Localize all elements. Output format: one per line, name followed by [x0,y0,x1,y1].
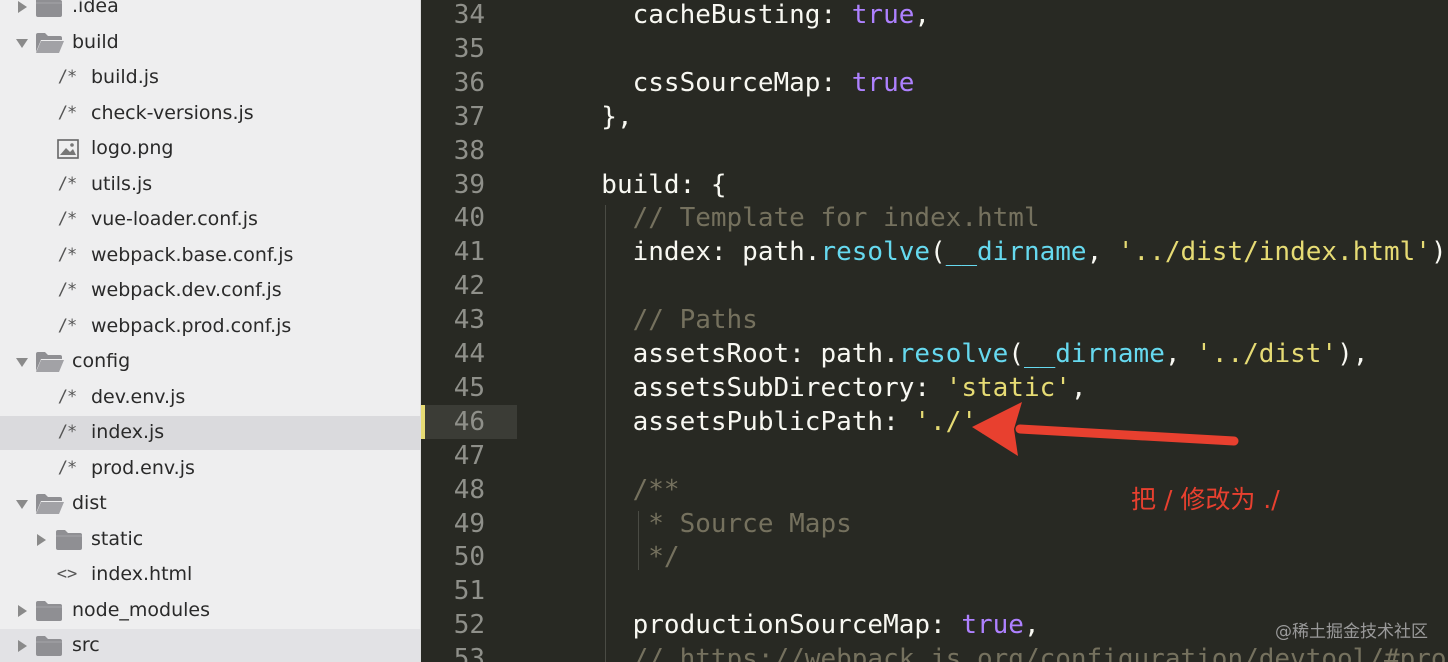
annotation-text: 把 / 修改为 ./ [1131,485,1280,514]
watermark: @稀土掘金技术社区 [1275,622,1428,642]
annotation-arrow-icon [972,402,1239,456]
